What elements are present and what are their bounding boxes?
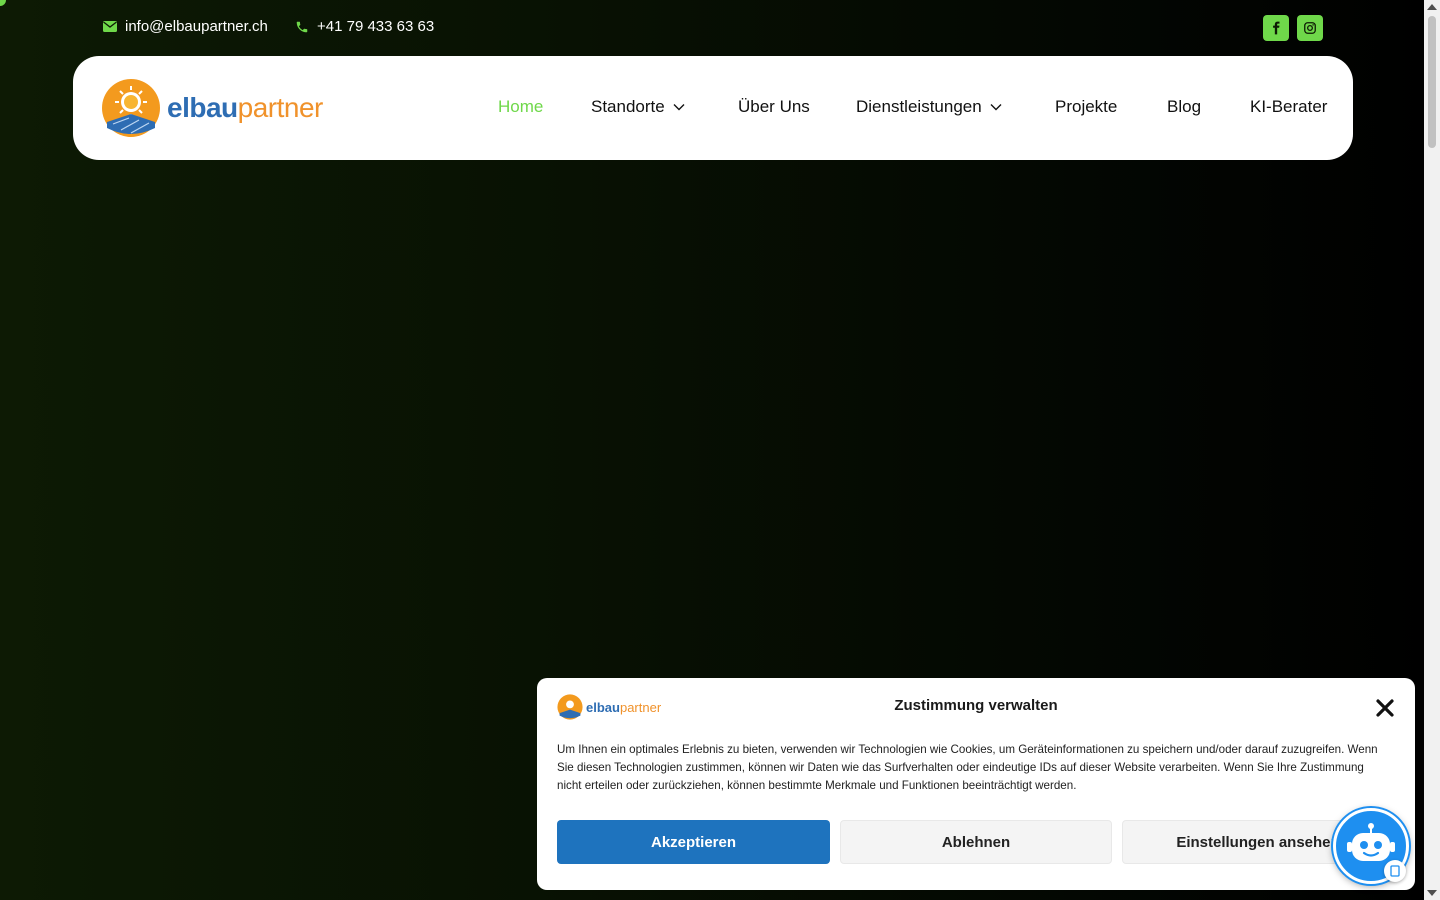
site-logo[interactable]: elbaupartner bbox=[101, 78, 323, 138]
logo-wordmark: elbaupartner bbox=[167, 92, 323, 123]
nav-ki-berater-label: KI-Berater bbox=[1250, 97, 1328, 116]
nav-dienstleistungen[interactable]: Dienstleistungen bbox=[856, 97, 1002, 117]
email-text: info@elbaupartner.ch bbox=[125, 18, 268, 35]
phone-icon bbox=[296, 21, 308, 32]
chat-badge-icon bbox=[1384, 860, 1406, 882]
facebook-icon bbox=[1273, 21, 1280, 35]
close-icon[interactable] bbox=[1375, 698, 1395, 718]
cookie-consent-dialog: elbaupartner Zustimmung verwalten Um Ihn… bbox=[537, 678, 1415, 890]
deny-button[interactable]: Ablehnen bbox=[840, 820, 1112, 864]
facebook-button[interactable] bbox=[1263, 15, 1289, 41]
sun-solar-logo-icon bbox=[102, 79, 160, 137]
phone-link[interactable]: +41 79 433 63 63 bbox=[295, 18, 434, 35]
nav-ueber-uns-label: Über Uns bbox=[738, 97, 810, 116]
nav-projekte[interactable]: Projekte bbox=[1055, 97, 1117, 117]
chevron-down-icon bbox=[673, 104, 685, 111]
nav-standorte[interactable]: Standorte bbox=[591, 97, 685, 117]
chevron-down-icon bbox=[990, 104, 1002, 111]
nav-ueber-uns[interactable]: Über Uns bbox=[738, 97, 810, 117]
nav-projekte-label: Projekte bbox=[1055, 97, 1118, 116]
scroll-down-arrow-icon[interactable] bbox=[1427, 890, 1437, 896]
nav-blog-label: Blog bbox=[1167, 97, 1202, 116]
cookie-description: Um Ihnen ein optimales Erlebnis zu biete… bbox=[557, 743, 1378, 792]
nav-home[interactable]: Home bbox=[498, 97, 543, 117]
page-scrollbar[interactable] bbox=[1424, 0, 1440, 900]
cookie-title: Zustimmung verwalten bbox=[894, 697, 1058, 714]
nav-standorte-label: Standorte bbox=[591, 97, 665, 116]
nav-home-label: Home bbox=[498, 97, 544, 116]
main-header: elbaupartner Home Standorte Über Uns Die… bbox=[73, 56, 1353, 160]
nav-dienstleistungen-label: Dienstleistungen bbox=[856, 97, 982, 116]
scroll-up-arrow-icon[interactable] bbox=[1427, 4, 1437, 10]
email-link[interactable]: info@elbaupartner.ch bbox=[103, 18, 268, 35]
envelope-icon bbox=[103, 21, 117, 32]
instagram-button[interactable] bbox=[1297, 15, 1323, 41]
nav-ki-berater[interactable]: KI-Berater bbox=[1250, 97, 1327, 117]
nav-blog[interactable]: Blog bbox=[1167, 97, 1201, 117]
scrollbar-thumb[interactable] bbox=[1428, 16, 1436, 148]
top-contact-bar: info@elbaupartner.ch +41 79 433 63 63 bbox=[0, 0, 1424, 56]
accept-button[interactable]: Akzeptieren bbox=[557, 820, 830, 864]
phone-text: +41 79 433 63 63 bbox=[317, 18, 435, 35]
instagram-icon bbox=[1304, 22, 1316, 34]
